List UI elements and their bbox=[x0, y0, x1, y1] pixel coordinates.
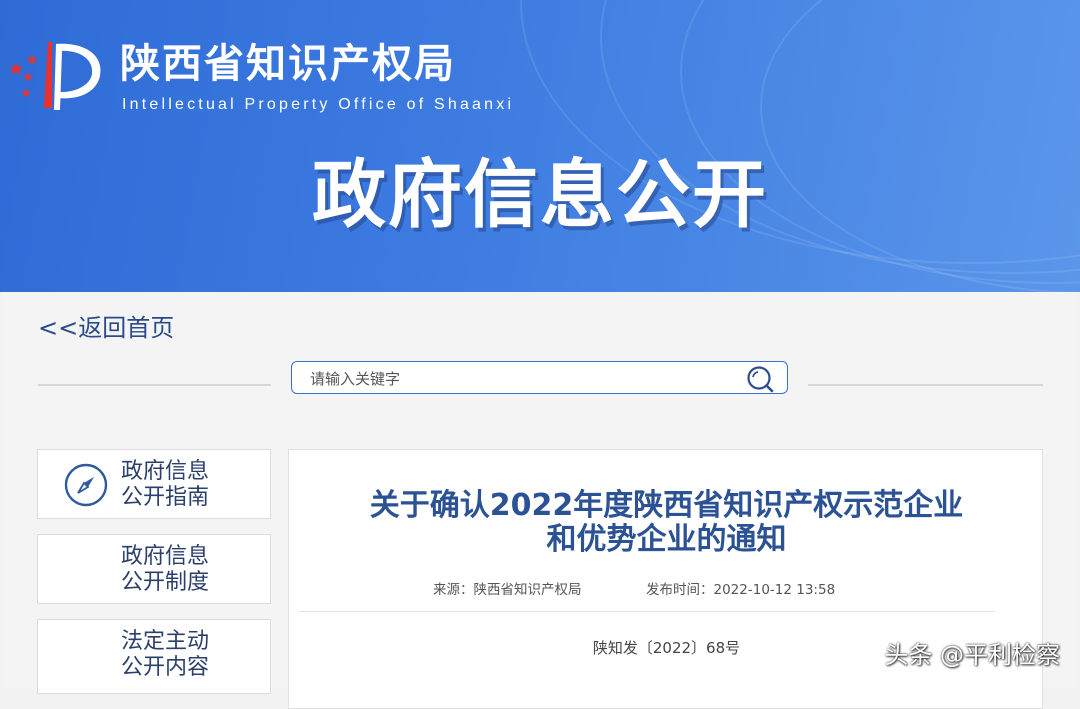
search-icon[interactable] bbox=[745, 365, 775, 393]
sidebar-item-label-line2: 公开指南 bbox=[121, 485, 210, 510]
publish-time-label: 发布时间： bbox=[646, 582, 714, 598]
article-meta-divider bbox=[299, 611, 995, 612]
sidebar-item-label: 政府信息 公开指南 bbox=[121, 459, 261, 511]
sidebar-item-label: 政府信息 公开制度 bbox=[121, 544, 261, 596]
sidebar-item-label: 法定主动 公开内容 bbox=[121, 629, 261, 681]
article-publish-time: 发布时间：2022-10-12 13:58 bbox=[646, 581, 835, 599]
sidebar-item-label-line2: 公开制度 bbox=[121, 570, 210, 595]
sidebar-item-label-line1: 政府信息 bbox=[121, 544, 210, 569]
publish-time-value: 2022-10-12 13:58 bbox=[713, 582, 836, 598]
watermark: 头条 @平利检察 bbox=[884, 641, 1060, 669]
divider-left bbox=[38, 384, 271, 386]
sidebar-item-disclosure-guide[interactable]: 政府信息 公开指南 bbox=[37, 449, 271, 519]
back-to-home-link[interactable]: <<返回首页 bbox=[38, 312, 174, 344]
banner-title: 政府信息公开 bbox=[312, 152, 768, 238]
sidebar-item-label-line1: 法定主动 bbox=[121, 629, 210, 654]
org-name-en: Intellectual Property Office of Shaanxi bbox=[122, 96, 515, 113]
search-box bbox=[291, 361, 788, 394]
banner-wave-decoration bbox=[760, 0, 1080, 292]
article-title-line1: 关于确认2022年度陕西省知识产权示范企业 bbox=[369, 488, 964, 523]
article-title-line2: 和优势企业的通知 bbox=[546, 522, 787, 557]
search-input[interactable] bbox=[308, 366, 732, 392]
org-name-cn: 陕西省知识产权局 bbox=[120, 41, 456, 87]
sidebar-item-disclosure-system[interactable]: 政府信息 公开制度 bbox=[37, 534, 271, 604]
header-banner: 陕西省知识产权局 Intellectual Property Office of… bbox=[0, 0, 1080, 292]
compass-icon bbox=[64, 463, 108, 507]
source-label: 来源： bbox=[433, 582, 474, 598]
source-value: 陕西省知识产权局 bbox=[473, 582, 582, 598]
article-source: 来源：陕西省知识产权局 bbox=[433, 581, 582, 599]
ipo-logo bbox=[9, 42, 101, 110]
article-title: 关于确认2022年度陕西省知识产权示范企业 和优势企业的通知 bbox=[289, 489, 1044, 557]
sidebar-item-label-line1: 政府信息 bbox=[121, 459, 210, 484]
divider-right bbox=[808, 384, 1043, 386]
sidebar-item-statutory-content[interactable]: 法定主动 公开内容 bbox=[37, 619, 271, 694]
article-panel: 关于确认2022年度陕西省知识产权示范企业 和优势企业的通知 来源：陕西省知识产… bbox=[288, 449, 1043, 709]
sidebar-item-label-line2: 公开内容 bbox=[121, 655, 210, 680]
